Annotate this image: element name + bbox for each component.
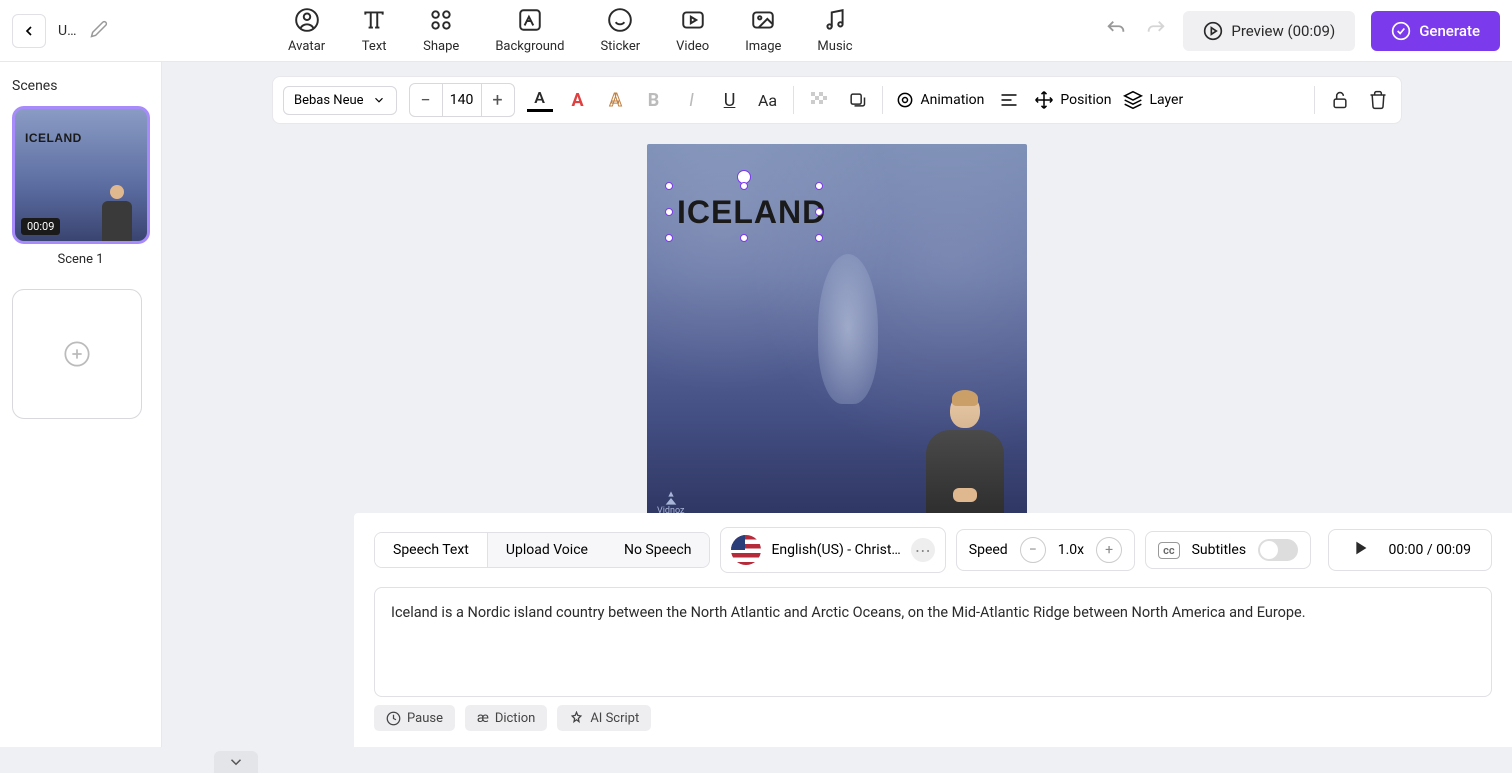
- tab-speech-text[interactable]: Speech Text: [375, 533, 488, 567]
- add-scene-button[interactable]: [12, 289, 142, 419]
- collapse-panel-button[interactable]: [214, 751, 258, 773]
- pause-label: Pause: [407, 711, 443, 726]
- shape-tool[interactable]: Shape: [423, 7, 459, 54]
- subtitle-control: cc Subtitles: [1145, 531, 1311, 569]
- redo-icon[interactable]: [1145, 18, 1167, 44]
- subtitle-toggle[interactable]: [1258, 539, 1298, 561]
- generate-button[interactable]: Generate: [1371, 11, 1500, 51]
- scene-thumb-avatar: [95, 185, 139, 241]
- voice-select[interactable]: English(US) - Christ… ⋯: [720, 527, 945, 573]
- font-size-value[interactable]: 140: [442, 84, 482, 116]
- position-button[interactable]: Position: [1034, 90, 1111, 110]
- generate-label: Generate: [1419, 22, 1480, 40]
- back-button[interactable]: [12, 14, 46, 48]
- text-outline-icon[interactable]: A: [603, 90, 629, 111]
- delete-icon[interactable]: [1365, 90, 1391, 110]
- bold-icon[interactable]: B: [641, 90, 667, 111]
- text-format-toolbar: Bebas Neue − 140 + A A A B I U Aa: [272, 76, 1402, 124]
- playback-time: 00:00 / 00:09: [1389, 542, 1471, 558]
- sticker-tool[interactable]: Sticker: [600, 7, 640, 54]
- animation-label: Animation: [921, 92, 985, 108]
- handle-tc[interactable]: [740, 182, 748, 190]
- edit-title-icon[interactable]: [90, 20, 108, 42]
- ai-script-button[interactable]: AI Script: [557, 705, 651, 731]
- italic-icon[interactable]: I: [679, 90, 705, 111]
- pause-button[interactable]: Pause: [374, 705, 455, 731]
- font-select[interactable]: Bebas Neue: [283, 86, 397, 115]
- ai-script-label: AI Script: [590, 711, 639, 726]
- project-title: U…: [58, 23, 80, 39]
- layer-button[interactable]: Layer: [1123, 90, 1183, 110]
- shadow-icon[interactable]: [844, 90, 870, 110]
- text-case-icon[interactable]: Aa: [755, 91, 781, 110]
- music-label: Music: [817, 39, 852, 54]
- scene-duration: 00:09: [21, 218, 60, 235]
- handle-tr[interactable]: [815, 182, 823, 190]
- selection-box[interactable]: [669, 186, 819, 238]
- layer-label: Layer: [1149, 92, 1183, 108]
- video-tool[interactable]: Video: [676, 7, 709, 54]
- speed-control: Speed − 1.0x +: [956, 529, 1135, 571]
- canvas-waterfall: [818, 254, 878, 404]
- handle-mr[interactable]: [815, 208, 823, 216]
- tab-no-speech[interactable]: No Speech: [606, 533, 710, 567]
- music-tool[interactable]: Music: [817, 7, 852, 54]
- voice-name: English(US) - Christ…: [771, 542, 900, 558]
- image-tool[interactable]: Image: [745, 7, 781, 54]
- canvas-avatar[interactable]: [915, 394, 1015, 524]
- handle-br[interactable]: [815, 234, 823, 242]
- sticker-label: Sticker: [600, 39, 640, 54]
- video-label: Video: [676, 39, 709, 54]
- opacity-icon[interactable]: [806, 90, 832, 110]
- handle-bc[interactable]: [740, 234, 748, 242]
- handle-ml[interactable]: [665, 208, 673, 216]
- play-button[interactable]: [1349, 537, 1371, 563]
- handle-tl[interactable]: [665, 182, 673, 190]
- undo-icon[interactable]: [1105, 18, 1127, 44]
- canvas[interactable]: ICELAND Vidnoz: [647, 144, 1027, 524]
- background-tool[interactable]: Background: [495, 7, 564, 54]
- increase-size-button[interactable]: +: [482, 84, 514, 116]
- cc-icon: cc: [1158, 542, 1179, 559]
- speech-text-input[interactable]: Iceland is a Nordic island country betwe…: [374, 587, 1492, 697]
- preview-button[interactable]: Preview (00:09): [1183, 11, 1355, 51]
- avatar-label: Avatar: [288, 39, 325, 54]
- underline-icon[interactable]: U: [717, 90, 743, 111]
- speech-panel: Speech Text Upload Voice No Speech Engli…: [354, 513, 1512, 747]
- text-tool[interactable]: Text: [361, 7, 387, 54]
- decrease-speed-button[interactable]: −: [1020, 537, 1046, 563]
- diction-button[interactable]: æ Diction: [465, 705, 547, 731]
- playback-control: 00:00 / 00:09: [1328, 529, 1492, 571]
- text-label: Text: [362, 39, 387, 54]
- speed-label: Speed: [969, 542, 1008, 558]
- scene-1-label: Scene 1: [12, 252, 149, 267]
- scene-thumb-text: ICELAND: [25, 131, 82, 145]
- preview-label: Preview (00:09): [1231, 22, 1335, 40]
- highlight-color-icon[interactable]: A: [565, 90, 591, 111]
- tab-upload-voice[interactable]: Upload Voice: [488, 533, 606, 567]
- animation-button[interactable]: Animation: [895, 90, 985, 110]
- scenes-title: Scenes: [12, 78, 149, 94]
- avatar-tool[interactable]: Avatar: [288, 7, 325, 54]
- diction-label: Diction: [495, 711, 536, 726]
- position-label: Position: [1060, 92, 1111, 108]
- lock-icon[interactable]: [1327, 90, 1353, 110]
- decrease-size-button[interactable]: −: [410, 84, 442, 116]
- increase-speed-button[interactable]: +: [1096, 537, 1122, 563]
- background-label: Background: [495, 39, 564, 54]
- scene-1-thumbnail[interactable]: ICELAND 00:09: [12, 106, 150, 244]
- subtitle-label: Subtitles: [1192, 542, 1247, 558]
- font-name: Bebas Neue: [294, 93, 364, 108]
- us-flag-icon: [731, 535, 761, 565]
- text-color-icon[interactable]: A: [527, 88, 553, 112]
- image-label: Image: [745, 39, 781, 54]
- handle-bl[interactable]: [665, 234, 673, 242]
- align-icon[interactable]: [996, 90, 1022, 110]
- speed-value: 1.0x: [1058, 542, 1084, 558]
- font-size-control: − 140 +: [409, 83, 515, 117]
- voice-more-icon[interactable]: ⋯: [911, 538, 935, 562]
- shape-label: Shape: [423, 39, 459, 54]
